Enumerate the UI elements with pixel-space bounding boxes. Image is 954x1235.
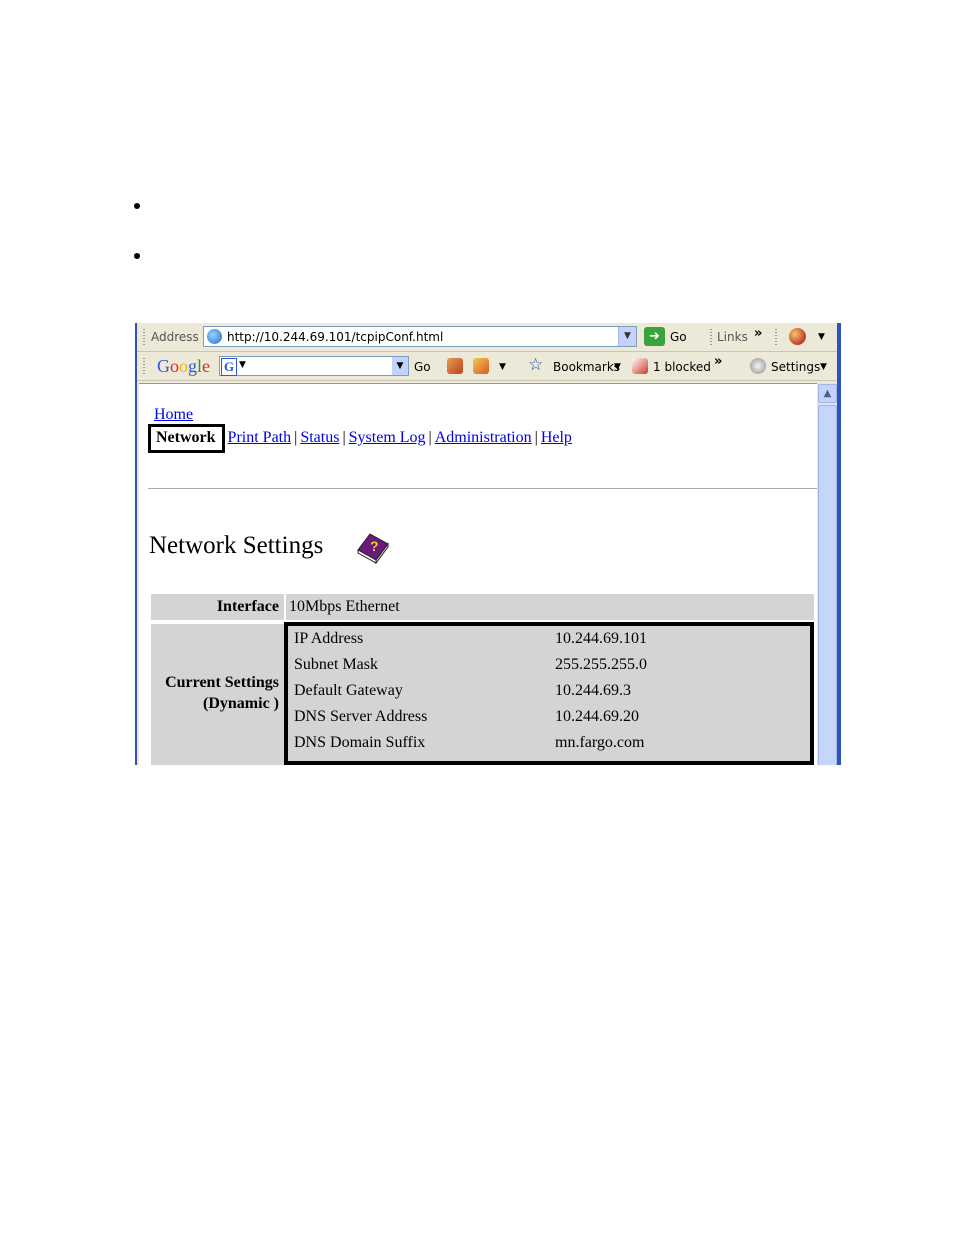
chevron-down-icon[interactable]: ▼ bbox=[614, 362, 621, 372]
nav-status-link[interactable]: Status bbox=[300, 429, 339, 446]
go-button[interactable]: Go bbox=[670, 330, 687, 344]
address-bar: Address http://10.244.69.101/tcpipConf.h… bbox=[137, 323, 837, 352]
ie-page-icon bbox=[207, 329, 222, 344]
nav-separator: | bbox=[294, 429, 298, 446]
toolbar-grip[interactable] bbox=[143, 358, 145, 374]
help-book-icon[interactable]: ? bbox=[354, 530, 390, 564]
nav-home-link[interactable]: Home bbox=[154, 406, 193, 424]
nav-separator: | bbox=[428, 429, 432, 446]
setting-value: 10.244.69.20 bbox=[555, 708, 639, 725]
current-settings-label: Current Settings (Dynamic ) bbox=[151, 624, 284, 765]
chevron-down-icon[interactable]: ▼ bbox=[618, 327, 636, 346]
nav-print-path-link[interactable]: Print Path bbox=[228, 429, 292, 446]
nav-help-link[interactable]: Help bbox=[541, 429, 572, 446]
nav-system-log-link[interactable]: System Log bbox=[349, 429, 426, 446]
google-logo[interactable]: Google bbox=[157, 356, 210, 377]
address-label: Address bbox=[151, 330, 199, 344]
setting-value: 10.244.69.3 bbox=[555, 682, 631, 699]
setting-value: mn.fargo.com bbox=[555, 734, 645, 751]
settings-button[interactable]: Settings bbox=[771, 360, 820, 374]
interface-value: 10Mbps Ethernet bbox=[286, 594, 814, 620]
setting-key: Subnet Mask bbox=[294, 656, 378, 673]
popup-blocked-count[interactable]: 1 blocked bbox=[653, 360, 711, 374]
google-toolbar: Google G ▼ ▼ Go ▼ ☆ Bookmarks ▼ 1 blocke… bbox=[137, 352, 837, 381]
nav-network-active[interactable]: Network bbox=[148, 424, 225, 453]
current-settings-label-line2: (Dynamic ) bbox=[203, 695, 279, 712]
chevron-down-icon[interactable]: ▼ bbox=[239, 360, 246, 370]
interface-label: Interface bbox=[151, 594, 284, 620]
nav-separator: | bbox=[534, 429, 538, 446]
setting-key: DNS Server Address bbox=[294, 708, 428, 725]
go-arrow-icon[interactable]: ➜ bbox=[644, 327, 665, 346]
popup-options-icon[interactable] bbox=[473, 358, 489, 374]
chevron-down-icon[interactable]: ▼ bbox=[820, 362, 827, 372]
bookmarks-button[interactable]: Bookmarks bbox=[553, 360, 620, 374]
google-g-icon[interactable]: G bbox=[221, 358, 237, 376]
toolbar-grip[interactable] bbox=[775, 329, 777, 345]
toolbar-grip[interactable] bbox=[710, 329, 712, 345]
chevron-down-icon[interactable]: ▼ bbox=[499, 362, 506, 372]
current-settings-label-line1: Current Settings bbox=[165, 674, 279, 691]
address-input[interactable]: http://10.244.69.101/tcpipConf.html ▼ bbox=[203, 326, 637, 347]
scroll-up-arrow-icon[interactable]: ▲ bbox=[818, 384, 837, 403]
setting-key: DNS Domain Suffix bbox=[294, 734, 426, 751]
links-button[interactable]: Links bbox=[717, 330, 748, 344]
svg-text:?: ? bbox=[370, 538, 379, 554]
divider bbox=[148, 488, 817, 490]
main-nav: Network Print Path | Status | System Log | Admi… bbox=[148, 424, 572, 453]
popup-blocker-icon[interactable] bbox=[632, 358, 648, 374]
google-go-button[interactable]: Go bbox=[414, 360, 431, 374]
google-search-input[interactable]: G ▼ ▼ bbox=[219, 356, 409, 376]
current-settings-values: IP Address 10.244.69.101 Subnet Mask 255… bbox=[284, 622, 814, 765]
page-content: Home Network Print Path | Status | System Log… bbox=[139, 383, 817, 765]
scrollbar-thumb[interactable] bbox=[818, 405, 837, 765]
toolbar-grip[interactable] bbox=[143, 329, 145, 345]
more-tools-chevron-icon[interactable]: » bbox=[714, 354, 722, 369]
nav-separator: | bbox=[342, 429, 346, 446]
more-links-chevron-icon[interactable]: » bbox=[754, 326, 762, 341]
setting-value: 10.244.69.101 bbox=[555, 630, 647, 647]
nav-administration-link[interactable]: Administration bbox=[435, 429, 532, 446]
setting-value: 255.255.255.0 bbox=[555, 656, 647, 673]
vertical-scrollbar[interactable]: ▲ bbox=[817, 383, 837, 765]
bullet-2 bbox=[134, 253, 140, 259]
toolbar-globe-icon[interactable] bbox=[789, 328, 806, 345]
browser-screenshot: Address http://10.244.69.101/tcpipConf.h… bbox=[135, 323, 841, 765]
chevron-down-icon[interactable]: ▼ bbox=[818, 332, 825, 342]
page-title: Network Settings bbox=[149, 532, 324, 559]
pagerank-icon[interactable] bbox=[447, 358, 463, 374]
bullet-1 bbox=[134, 203, 140, 209]
star-icon[interactable]: ☆ bbox=[528, 355, 543, 375]
setting-key: IP Address bbox=[294, 630, 364, 647]
settings-gear-icon[interactable] bbox=[750, 358, 766, 374]
address-url: http://10.244.69.101/tcpipConf.html bbox=[227, 330, 444, 344]
chevron-down-icon[interactable]: ▼ bbox=[392, 357, 408, 375]
setting-key: Default Gateway bbox=[294, 682, 403, 699]
